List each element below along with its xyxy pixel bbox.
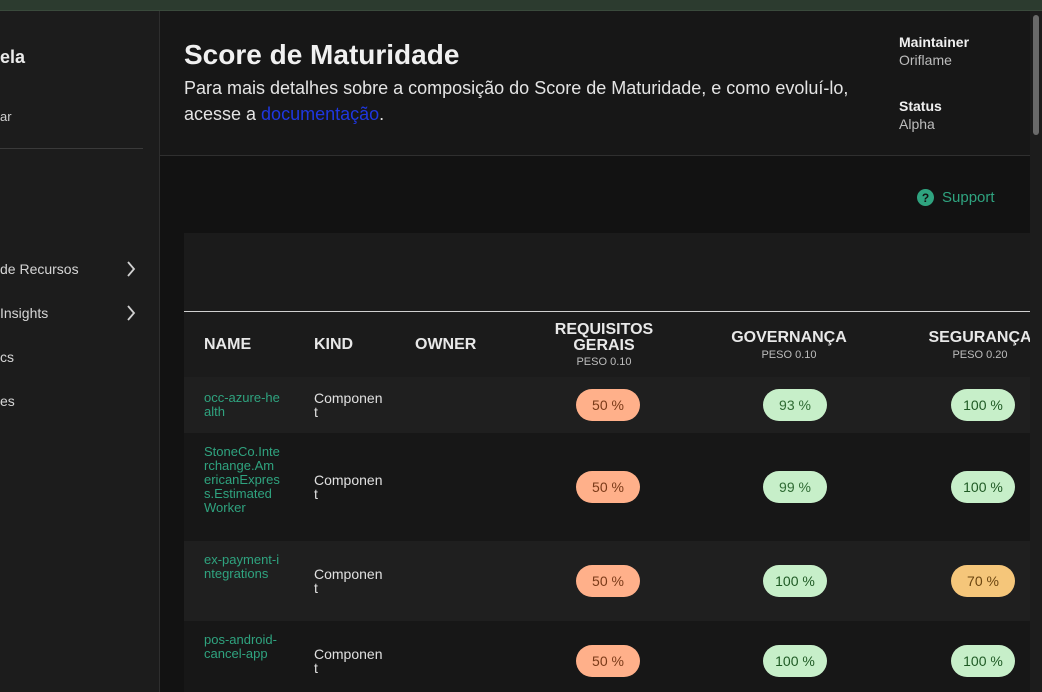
score-seguranca: 100 % — [951, 645, 1015, 677]
row-name-link[interactable]: pos-android-cancel-app — [204, 633, 280, 661]
row-name-link[interactable]: occ-azure-health — [204, 391, 280, 419]
window-top-bar — [0, 0, 1042, 11]
sidebar-item-insights[interactable]: Insights — [0, 301, 140, 325]
sidebar-divider — [0, 148, 143, 149]
row-name-link[interactable]: ex-payment-integrations — [204, 553, 280, 581]
chevron-right-icon — [122, 304, 140, 322]
score-seguranca: 100 % — [951, 471, 1015, 503]
row-name-link[interactable]: StoneCo.Interchange.AmericanExpress.Esti… — [204, 445, 280, 515]
score-requisitos: 50 % — [576, 471, 640, 503]
status-label: Status — [899, 98, 942, 114]
sidebar-title: ela — [0, 47, 26, 67]
score-seguranca: 100 % — [951, 389, 1015, 421]
maintainer-label: Maintainer — [899, 34, 970, 50]
score-governanca: 100 % — [763, 565, 827, 597]
sidebar-item-cs[interactable]: cs — [0, 345, 140, 369]
table-header: NAME KIND OWNER REQUISITOS GERAIS PESO 0… — [184, 311, 1030, 378]
chevron-right-icon — [122, 260, 140, 278]
row-kind: Component — [314, 472, 383, 502]
status-info: Status Alpha — [899, 98, 942, 132]
sidebar-item-label: Insights — [0, 305, 49, 321]
row-kind: Component — [314, 566, 383, 596]
table-row: ex-payment-integrations Component 50 % 1… — [184, 541, 1030, 621]
column-header-owner[interactable]: OWNER — [415, 312, 476, 377]
column-label: REQUISITOS GERAIS — [554, 320, 654, 354]
status-value: Alpha — [899, 116, 935, 132]
score-requisitos: 50 % — [576, 389, 640, 421]
column-header-name[interactable]: NAME — [204, 312, 251, 377]
scrollbar-thumb[interactable] — [1033, 15, 1039, 135]
maturity-table: NAME KIND OWNER REQUISITOS GERAIS PESO 0… — [184, 233, 1030, 692]
sidebar-item-label: de Recursos — [0, 261, 79, 277]
column-label: SEGURANÇA — [928, 328, 1030, 346]
main-content: Score de Maturidade Para mais detalhes s… — [160, 11, 1030, 692]
sidebar-item-recursos[interactable]: de Recursos — [0, 257, 140, 281]
description-end: . — [379, 104, 385, 124]
column-label: NAME — [204, 335, 252, 353]
score-governanca: 99 % — [763, 471, 827, 503]
column-weight: PESO 0.10 — [761, 348, 817, 361]
table-row: pos-android-cancel-app Component 50 % 10… — [184, 621, 1030, 692]
row-kind: Component — [314, 390, 383, 420]
score-governanca: 100 % — [763, 645, 827, 677]
column-header-seguranca[interactable]: SEGURANÇA PESO 0.20 — [920, 312, 1030, 377]
support-button[interactable]: ? Support — [917, 189, 995, 206]
score-requisitos: 50 % — [576, 565, 640, 597]
score-seguranca: 70 % — [951, 565, 1015, 597]
column-weight: PESO 0.20 — [952, 348, 1008, 361]
support-label: Support — [942, 189, 995, 206]
maintainer-info: Maintainer Oriflame — [899, 34, 969, 68]
table-row: StoneCo.Interchange.AmericanExpress.Esti… — [184, 433, 1030, 541]
maintainer-value: Oriflame — [899, 52, 952, 68]
sidebar-item-label: cs — [0, 349, 14, 365]
column-header-governanca[interactable]: GOVERNANÇA PESO 0.10 — [724, 312, 854, 377]
sidebar: ela ar de Recursos Insights cs es — [0, 11, 160, 692]
table-row: occ-azure-health Component 50 % 93 % 100… — [184, 377, 1030, 433]
score-governanca: 93 % — [763, 389, 827, 421]
row-kind: Component — [314, 646, 383, 676]
column-label: GOVERNANÇA — [731, 328, 847, 346]
documentation-link[interactable]: documentação — [261, 104, 379, 124]
page-title: Score de Maturidade — [184, 39, 460, 70]
column-label: KIND — [314, 335, 354, 353]
score-requisitos: 50 % — [576, 645, 640, 677]
page-description: Para mais detalhes sobre a composição do… — [184, 75, 904, 127]
sidebar-subtitle[interactable]: ar — [0, 109, 12, 124]
sidebar-item-es[interactable]: es — [0, 389, 140, 413]
page-header: Score de Maturidade Para mais detalhes s… — [160, 11, 1030, 156]
help-circle-icon: ? — [917, 189, 934, 206]
column-label: OWNER — [415, 335, 477, 353]
sidebar-item-label: es — [0, 393, 15, 409]
column-weight: PESO 0.10 — [576, 355, 632, 368]
column-header-requisitos[interactable]: REQUISITOS GERAIS PESO 0.10 — [544, 312, 664, 377]
column-header-kind[interactable]: KIND — [314, 312, 353, 377]
page-scrollbar[interactable] — [1030, 11, 1042, 692]
